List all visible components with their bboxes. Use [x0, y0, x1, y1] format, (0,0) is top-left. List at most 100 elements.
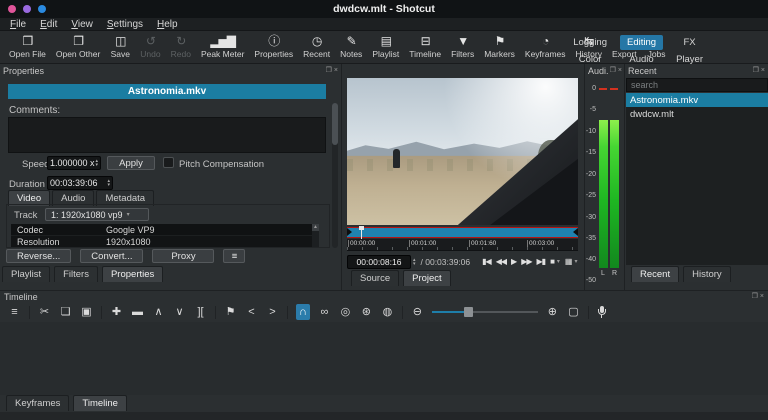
save-button[interactable]: ◫ Save [105, 32, 135, 63]
list-item[interactable]: dwdcw.mlt [626, 107, 768, 121]
snap-button[interactable]: ∩ [296, 304, 310, 320]
timeline-zoom-out-button[interactable]: ⊖ [411, 304, 424, 320]
window-dot-pink[interactable] [8, 5, 16, 13]
skip-to-end-button[interactable]: ▶▮ [537, 257, 547, 266]
window-dot-purple[interactable] [23, 5, 31, 13]
menu-view[interactable]: View [65, 19, 99, 30]
duration-spinbox[interactable]: ▴▾ [47, 176, 113, 190]
open-other-button[interactable]: ❐ Open Other [51, 32, 105, 63]
current-time-spinbox[interactable]: 00:00:08:16 [347, 254, 411, 269]
close-icon[interactable]: × [334, 66, 338, 75]
properties-menu-button[interactable]: ≡ [223, 249, 246, 263]
proxy-button[interactable]: Proxy [152, 249, 215, 263]
spin-down-icon[interactable]: ▾ [107, 183, 110, 188]
scrub-while-dragging-button[interactable]: ∞ [318, 304, 331, 320]
fast-forward-button[interactable]: ▶▶ [521, 257, 532, 266]
chevron-down-icon[interactable]: ▾ [574, 258, 577, 265]
keyframes-button[interactable]: ◔ Keyframes [520, 32, 571, 63]
skip-to-start-button[interactable]: ▮◀ [482, 257, 492, 266]
table-scrollbar[interactable]: ▲ [312, 224, 319, 247]
ripple-markers-button[interactable]: ◍ [381, 304, 394, 320]
spin-down-icon[interactable]: ▾ [95, 163, 98, 168]
slider-handle[interactable] [463, 307, 473, 317]
copy-button[interactable]: ❏ [59, 304, 72, 320]
chevron-down-icon[interactable]: ▾ [557, 258, 560, 265]
tab-playlist[interactable]: Playlist [2, 266, 51, 282]
ripple-button[interactable]: ◎ [339, 304, 352, 320]
properties-scrollbar[interactable] [332, 103, 338, 248]
scroll-up-icon[interactable]: ▲ [312, 224, 319, 231]
close-icon[interactable]: × [618, 66, 622, 75]
play-button[interactable]: ▶ [511, 257, 517, 266]
menu-settings[interactable]: Settings [101, 19, 149, 30]
tab-source[interactable]: Source [351, 270, 400, 286]
reverse-button[interactable]: Reverse... [6, 249, 72, 263]
record-audio-button[interactable] [597, 305, 607, 319]
video-preview[interactable] [347, 78, 578, 225]
layout-editing-button[interactable]: Editing [620, 35, 664, 50]
split-button[interactable]: ][ [194, 304, 207, 320]
filters-button[interactable]: ▼ Filters [446, 32, 479, 63]
out-point-marker[interactable] [573, 228, 578, 236]
spin-down-icon[interactable]: ▾ [413, 261, 416, 266]
float-icon[interactable]: ❐ [326, 66, 332, 75]
table-row[interactable]: Codec Google VP9 [11, 224, 319, 236]
tab-history[interactable]: History [683, 266, 731, 282]
timeline-zoom-slider[interactable] [431, 306, 538, 318]
next-marker-button[interactable]: > [266, 304, 279, 320]
float-icon[interactable]: ❐ [752, 292, 758, 301]
timeline-menu-button[interactable]: ≡ [8, 304, 21, 320]
speed-spinbox[interactable]: ▴▾ [47, 156, 101, 170]
cut-button[interactable]: ✂ [38, 304, 51, 320]
speed-input[interactable] [50, 158, 96, 168]
playlist-button[interactable]: ▤ Playlist [367, 32, 404, 63]
player-scrub-bar[interactable] [347, 226, 578, 239]
scrollbar-thumb[interactable] [332, 103, 338, 145]
duration-input[interactable] [50, 178, 108, 188]
timeline-zoom-in-button[interactable]: ⊕ [546, 304, 559, 320]
markers-button[interactable]: ⚑ Markers [479, 32, 520, 63]
prev-marker-button[interactable]: < [245, 304, 258, 320]
timeline-zoom-fit-button[interactable]: ▢ [567, 304, 580, 320]
tab-properties[interactable]: Properties [101, 266, 164, 282]
float-icon[interactable]: ❐ [753, 66, 759, 75]
float-icon[interactable]: ❐ [610, 66, 616, 75]
marker-button[interactable]: ⚑ [224, 304, 237, 320]
tab-project[interactable]: Project [403, 270, 451, 286]
player-time-ruler[interactable]: 00:00:00 00:01:00 00:01:60 00:03:00 [347, 239, 578, 251]
close-icon[interactable]: × [761, 66, 765, 75]
convert-button[interactable]: Convert... [80, 249, 144, 263]
grid-button[interactable]: ▦ [565, 257, 573, 266]
in-point-marker[interactable] [347, 228, 352, 236]
ripple-all-tracks-button[interactable]: ⊛ [360, 304, 373, 320]
properties-button[interactable]: ⓘ Properties [249, 32, 298, 63]
lift-button[interactable]: ∧ [152, 304, 165, 320]
peak-meter-button[interactable]: ▂▅▇ Peak Meter [196, 32, 249, 63]
player-zoom-button[interactable]: ■ [550, 257, 555, 266]
tab-recent[interactable]: Recent [631, 266, 680, 282]
window-dot-blue[interactable] [38, 5, 46, 13]
playhead[interactable] [359, 226, 364, 239]
track-combobox[interactable]: 1: 1920x1080 vp9 ▾ [45, 208, 149, 221]
layout-logging-button[interactable]: Logging [566, 35, 614, 50]
ripple-delete-button[interactable]: ▬ [131, 304, 144, 320]
menu-edit[interactable]: Edit [34, 19, 63, 30]
tab-timeline[interactable]: Timeline [73, 395, 127, 411]
close-icon[interactable]: × [760, 292, 764, 301]
append-button[interactable]: ✚ [110, 304, 123, 320]
timeline-button[interactable]: ⊟ Timeline [404, 32, 446, 63]
comments-textarea[interactable] [8, 117, 326, 153]
overwrite-button[interactable]: ∨ [173, 304, 186, 320]
menu-help[interactable]: Help [151, 19, 184, 30]
apply-button[interactable]: Apply [107, 156, 155, 170]
pitch-compensation-checkbox[interactable] [163, 157, 174, 168]
recent-button[interactable]: ◷ Recent [298, 32, 335, 63]
tab-filters[interactable]: Filters [54, 266, 98, 282]
notes-button[interactable]: ✎ Notes [335, 32, 367, 63]
layout-fx-button[interactable]: FX [676, 35, 702, 50]
open-file-button[interactable]: ❒ Open File [4, 32, 51, 63]
menu-file[interactable]: File [4, 19, 32, 30]
rewind-button[interactable]: ◀◀ [496, 257, 507, 266]
properties-table[interactable]: Codec Google VP9 Resolution 1920x1080 ▲ [11, 224, 319, 247]
list-item[interactable]: Astronomia.mkv [626, 93, 768, 107]
